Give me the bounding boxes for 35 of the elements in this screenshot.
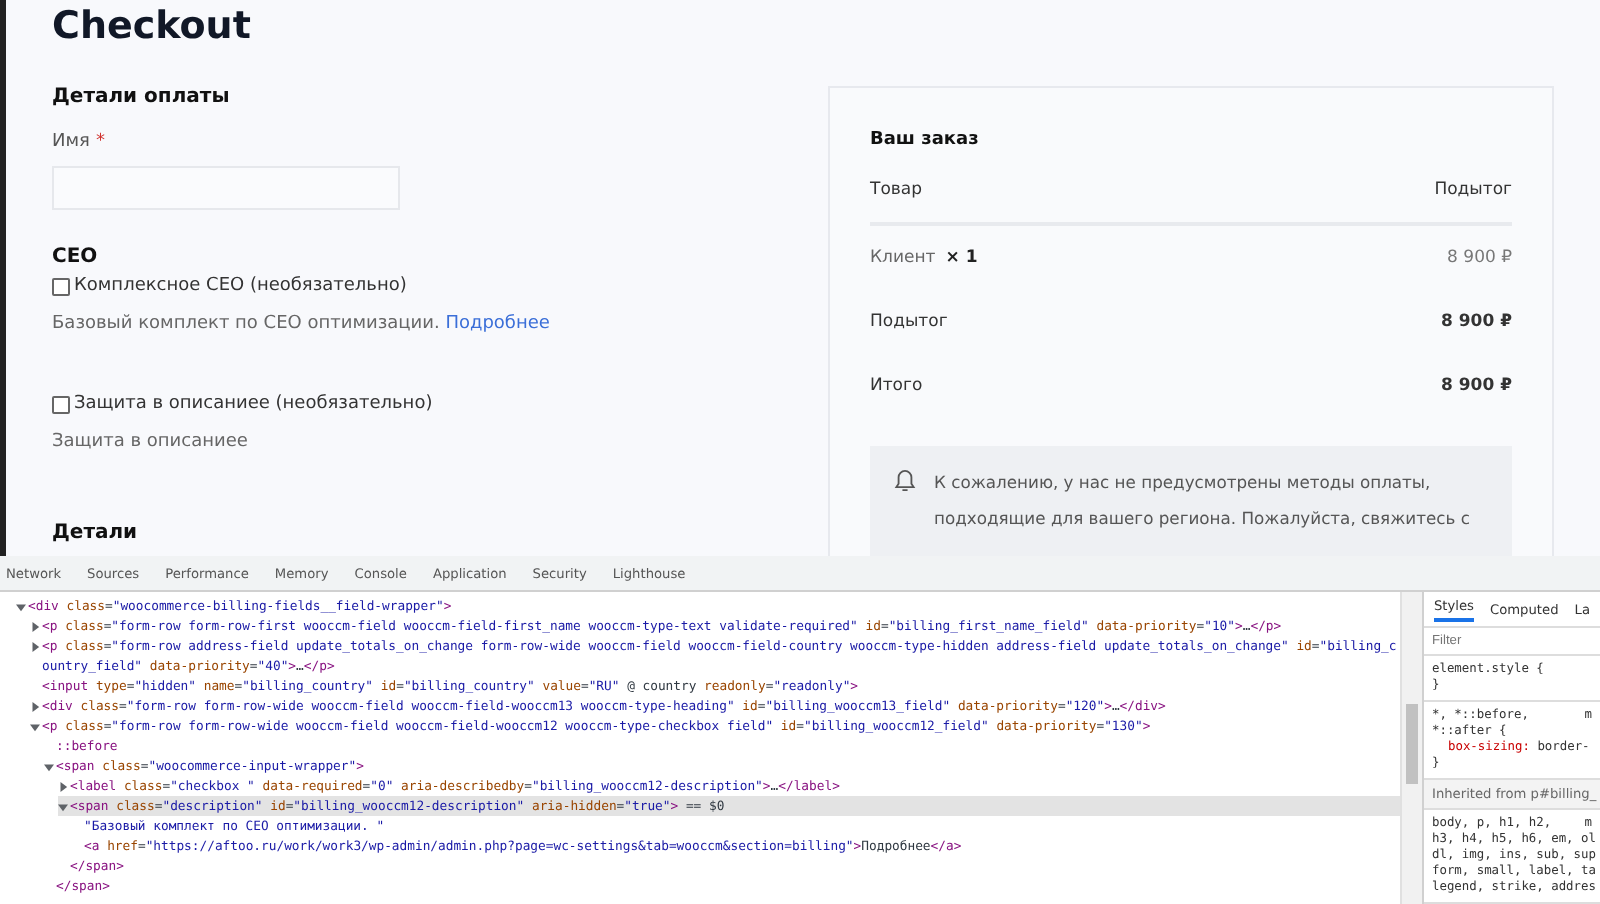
collapse-arrow-icon[interactable] [30,721,40,731]
total-value: 8 900 ₽ [1441,376,1512,396]
product-quantity: × 1 [945,248,978,268]
collapse-arrow-icon[interactable] [16,601,26,611]
expand-arrow-icon[interactable] [58,781,68,791]
collapse-arrow-icon[interactable] [58,801,68,811]
scrollbar[interactable] [1400,592,1422,904]
section-heading: Детали [52,522,140,544]
total-label: Итого [870,376,923,396]
page-title: Checkout [52,4,253,48]
expand-arrow-icon[interactable] [30,621,40,631]
more-link[interactable]: Подробнее [445,314,550,334]
notice-text: К сожалению, у нас не предусмотрены методы оплаты, подходящие для вашего региона. Пожалуйста, свяжитесь с [934,470,1472,532]
price: 8 900 ₽ [1447,248,1512,268]
column-header: Подытог [1434,180,1512,200]
collapse-arrow-icon[interactable] [44,761,54,771]
required-mark: * [95,132,105,152]
checkbox-label: Защита в описаниее (необязательно) [74,394,433,414]
checkbox[interactable] [52,277,70,295]
total-value: 8 900 ₽ [1441,312,1512,332]
field-description: Защита в описаниее [52,432,250,452]
section-heading: СЕО [52,246,100,268]
section-heading: Детали оплаты [52,86,232,108]
product-name: Клиент [870,248,936,268]
scrollbar-thumb[interactable] [1406,704,1418,784]
checkbox[interactable] [52,395,70,413]
expand-arrow-icon[interactable] [30,641,40,651]
field-description: Базовый комплект по СЕО оптимизации. Подробнее [52,314,552,334]
expand-arrow-icon[interactable] [30,701,40,711]
bell-icon [894,468,916,494]
card-heading: Ваш заказ [870,130,981,150]
column-header: Товар [870,180,923,200]
total-label: Подытог [870,312,948,332]
field-label: Имя [52,132,90,152]
checkbox-label: Комплексное СЕО (необязательно) [74,276,407,296]
